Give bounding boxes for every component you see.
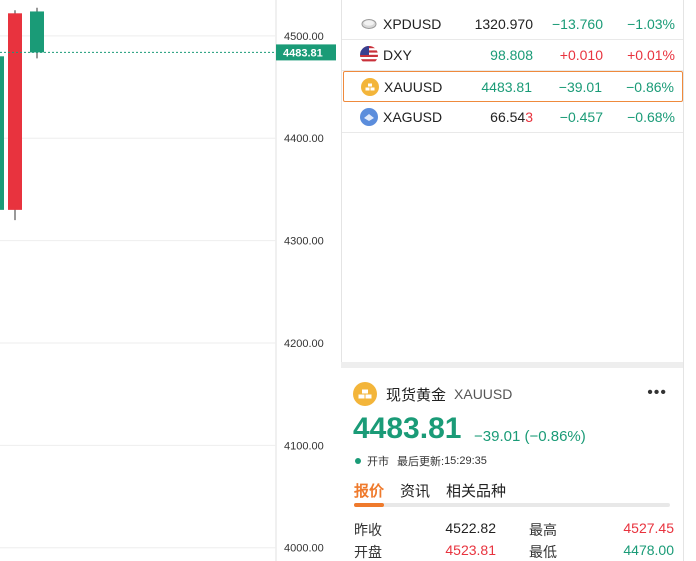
status-dot-icon — [355, 458, 361, 464]
instrument-detail-panel: 现货黄金 XAUUSD ••• 4483.81 −39.01 (−0.86%) … — [341, 368, 683, 561]
gold-icon — [361, 77, 379, 96]
y-tick-label: 4100.00 — [284, 440, 324, 452]
silver-icon — [360, 108, 378, 126]
last-updated-time: 15:29:35 — [444, 455, 487, 467]
market-status: 开市 最后更新: 15:29:35 — [355, 453, 487, 469]
y-tick-label: 4200.00 — [284, 338, 324, 350]
watchlist-row-xagusd[interactable]: XAGUSD 66.543 −0.457 −0.68% — [342, 102, 684, 133]
stat-label-open: 开盘 — [354, 544, 382, 560]
us-flag-icon — [360, 46, 378, 64]
adjacent-panel-edge — [683, 0, 696, 561]
candle-body — [8, 13, 22, 210]
price-change: −39.01 (−0.86%) — [474, 428, 586, 445]
palladium-icon — [360, 15, 378, 33]
y-tick-label: 4000.00 — [284, 543, 324, 555]
symbol-label: XAUUSD — [384, 78, 443, 95]
change-percent: −0.68% — [627, 109, 675, 125]
detail-tabs: 报价 资讯 相关品种 — [354, 480, 522, 501]
stat-label-low: 最低 — [529, 544, 557, 560]
tab-quote[interactable]: 报价 — [354, 480, 384, 501]
tab-active-indicator — [354, 503, 384, 507]
y-tick-label: 4400.00 — [284, 133, 324, 145]
watchlist-row-xpdusd[interactable]: XPDUSD 1320.970 −13.760 −1.03% — [342, 9, 684, 40]
price-value: 1320.970 — [474, 16, 533, 32]
watchlist-row-dxy[interactable]: DXY 98.808 +0.010 +0.01% — [342, 40, 684, 71]
price-value: 98.808 — [490, 47, 533, 63]
quote-stats: 昨收 4522.82 最高 4527.45 开盘 4523.81 最低 4478… — [354, 520, 674, 561]
change-percent: −1.03% — [627, 16, 675, 32]
change-value: −13.760 — [552, 16, 603, 32]
symbol-label: XAGUSD — [383, 109, 443, 125]
tab-news[interactable]: 资讯 — [400, 480, 430, 501]
watchlist-row-xauusd[interactable]: XAUUSD 4483.81 −39.01 −0.86% — [343, 71, 683, 102]
change-value: −0.457 — [559, 109, 603, 125]
price-chart[interactable]: 4500.00 4400.00 4300.00 4200.00 4100.00 4000.… — [0, 0, 340, 561]
stat-value-prev-close: 4522.82 — [445, 520, 496, 536]
tab-related[interactable]: 相关品种 — [446, 480, 506, 501]
candle-body — [0, 56, 4, 210]
stat-row: 开盘 4523.81 最低 4478.00 — [354, 542, 674, 561]
stat-row: 昨收 4522.82 最高 4527.45 — [354, 520, 674, 542]
instrument-symbol: XAUUSD — [454, 386, 513, 402]
candlestick-chart-svg[interactable]: 4500.00 4400.00 4300.00 4200.00 4100.00 4000.… — [0, 0, 340, 561]
current-price: 4483.81 — [353, 412, 462, 445]
instrument-title: 现货黄金 XAUUSD — [353, 382, 512, 406]
candle-body — [30, 11, 44, 53]
price-value: 4483.81 — [481, 78, 532, 95]
more-options-icon[interactable]: ••• — [647, 384, 667, 402]
change-value: −39.01 — [558, 78, 602, 95]
y-tick-label: 4500.00 — [284, 31, 324, 43]
symbol-label: XPDUSD — [383, 16, 442, 32]
stat-value-open: 4523.81 — [445, 542, 496, 558]
change-percent: +0.01% — [627, 47, 675, 63]
stat-value-low: 4478.00 — [623, 542, 674, 558]
y-tick-label: 4300.00 — [284, 236, 324, 248]
stat-value-high: 4527.45 — [623, 520, 674, 536]
symbol-label: DXY — [383, 47, 412, 63]
watchlist-panel: XPDUSD 1320.970 −13.760 −1.03% DXY 98.80… — [341, 0, 684, 362]
instrument-name: 现货黄金 — [386, 386, 447, 404]
price-value: 66.543 — [490, 109, 533, 125]
status-text: 开市 — [367, 456, 389, 468]
stat-label-prev-close: 昨收 — [354, 522, 382, 538]
stat-label-high: 最高 — [529, 522, 557, 538]
change-percent: −0.86% — [626, 78, 674, 95]
last-updated-label: 最后更新: — [397, 456, 445, 468]
current-price-tag-label: 4483.81 — [283, 47, 323, 59]
gold-icon — [353, 382, 377, 406]
tab-track — [354, 503, 670, 507]
change-value: +0.010 — [559, 47, 603, 63]
